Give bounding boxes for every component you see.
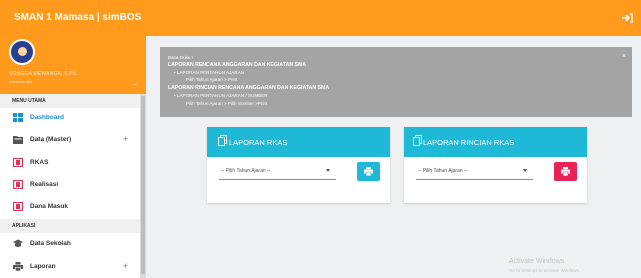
printer-icon (561, 167, 570, 176)
user-role: Administrator (9, 79, 33, 84)
sidebar-item-label: Laporan (30, 263, 56, 270)
section-header-main: MENU UTAMA (0, 94, 140, 108)
folder-icon (13, 136, 23, 144)
alert-heading: LAPORAN RENCANA ANGGARAN DAN KEGIATAN SM… (168, 62, 307, 68)
alert-greeting: Baca Duku ! (168, 55, 194, 60)
printer-icon (13, 262, 23, 271)
sidebar-item-label: Realisasi (30, 181, 59, 188)
caret-down-icon (523, 169, 527, 172)
tahun-ajaran-select[interactable]: -- Pilih Tahun Ajaran -- (416, 163, 533, 180)
alert-bullet: • LAPORAN PERTAHUN AJARAN / SUMBER (174, 93, 268, 98)
user-profile-panel: SONGGA MEWANGA, S.Pd. Administrator ⌄ (0, 36, 146, 94)
sidebar-item-dana-masuk[interactable]: Dana Masuk (0, 197, 140, 217)
sidebar-scrollbar[interactable] (140, 94, 146, 278)
report-card-rincian-rkas: LAPORAN RINCIAN RKAS -- Pilih Tahun Ajar… (404, 127, 587, 203)
expand-plus-icon[interactable]: + (123, 261, 128, 271)
sidebar-item-data-master[interactable]: Data (Master) + (0, 130, 140, 150)
book-icon (13, 180, 23, 189)
logout-icon[interactable] (621, 13, 633, 23)
section-header-apps: APLIKASI (0, 219, 140, 233)
copy-icon (218, 135, 227, 146)
alert-step: Pilih Tahun Ajaran > Pilih Sumber >Print (186, 101, 268, 106)
sidebar-item-label: Data Sekolah (30, 240, 71, 247)
sidebar-item-label: RKAS (30, 159, 49, 166)
select-value: -- Pilih Tahun Ajaran -- (221, 168, 271, 174)
top-navbar: SMAN 1 Mamasa | simBOS (0, 0, 641, 36)
dashboard-icon (13, 113, 23, 122)
user-name: SONGGA MEWANGA, S.Pd. (9, 71, 78, 77)
info-alert: × Baca Duku ! LAPORAN RENCANA ANGGARAN D… (160, 47, 632, 117)
select-value: -- Pilih Tahun Ajaran -- (418, 168, 468, 174)
sidebar-item-label: Data (Master) (30, 136, 72, 143)
sidebar-item-realisasi[interactable]: Realisasi (0, 175, 140, 195)
book-icon (13, 158, 23, 167)
sidebar: SONGGA MEWANGA, S.Pd. Administrator ⌄ ME… (0, 36, 146, 278)
sidebar-item-label: Dashboard (30, 114, 64, 121)
alert-heading: LAPORAN RINCIAN RENCANA ANGGARAN DAN KEG… (168, 85, 330, 91)
alert-bullet: • LAPORAN PERTAHUN AJARAN (174, 70, 245, 75)
sidebar-item-rkas[interactable]: RKAS (0, 153, 140, 173)
print-button[interactable] (554, 162, 577, 181)
app-title[interactable]: SMAN 1 Mamasa | simBOS (14, 12, 141, 23)
card-header: LAPORAN RINCIAN RKAS (404, 127, 587, 157)
expand-plus-icon[interactable]: + (123, 134, 128, 144)
chevron-down-icon[interactable]: ⌄ (133, 80, 138, 87)
book-icon (13, 202, 23, 211)
copy-icon (413, 135, 422, 146)
activate-windows-watermark: Activate Windows (509, 258, 565, 265)
sidebar-item-label: Dana Masuk (30, 203, 68, 210)
section-label-apps: APLIKASI (12, 223, 36, 229)
printer-icon (364, 167, 373, 176)
caret-down-icon (326, 169, 330, 172)
activate-windows-hint: Go to Settings to activate Windows. (509, 268, 581, 273)
print-button[interactable] (357, 162, 380, 181)
card-header: LAPORAN RKAS (207, 127, 390, 157)
card-title: LAPORAN RKAS (229, 138, 288, 147)
sidebar-item-data-sekolah[interactable]: Data Sekolah (0, 234, 140, 254)
avatar[interactable] (9, 39, 35, 65)
sidebar-item-laporan[interactable]: Laporan + (0, 257, 140, 277)
section-label-main: MENU UTAMA (12, 98, 46, 104)
sidebar-item-dashboard[interactable]: Dashboard (0, 108, 140, 128)
report-card-rkas: LAPORAN RKAS -- Pilih Tahun Ajaran -- (207, 127, 390, 203)
tahun-ajaran-select[interactable]: -- Pilih Tahun Ajaran -- (219, 163, 336, 180)
school-icon (13, 239, 23, 247)
scrollbar-thumb[interactable] (141, 96, 145, 274)
card-title: LAPORAN RINCIAN RKAS (423, 138, 515, 147)
close-icon[interactable]: × (622, 53, 626, 60)
alert-step: Pilih Tahun Ajaran > Print (186, 77, 238, 82)
